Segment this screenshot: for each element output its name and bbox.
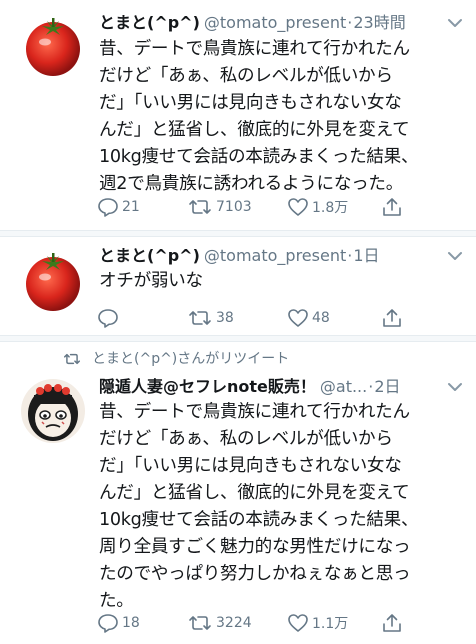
tweet-text: オチが弱いな bbox=[99, 271, 203, 291]
author-handle[interactable]: @tomato_present bbox=[204, 246, 346, 265]
timestamp[interactable]: 23時間 bbox=[353, 13, 405, 32]
share-button[interactable] bbox=[381, 303, 403, 333]
share-button[interactable] bbox=[381, 192, 403, 222]
like-button[interactable]: 48 bbox=[287, 303, 330, 333]
speech-bubble-icon bbox=[98, 198, 118, 217]
author-name[interactable]: とまと(^p^) bbox=[99, 246, 200, 265]
retweet-arrows-icon bbox=[189, 311, 211, 325]
tweet-1[interactable]: とまと(^p^) @tomato_present·23時間 昔、デートで鳥貴族に連… bbox=[0, 0, 476, 230]
retweet-context[interactable]: とまと(^p^)さんがリツイート bbox=[62, 348, 289, 370]
like-count: 48 bbox=[312, 310, 330, 326]
reply-count: 18 bbox=[122, 615, 140, 631]
author-handle[interactable]: @at... bbox=[320, 377, 367, 396]
timestamp[interactable]: 1日 bbox=[353, 246, 379, 265]
share-upload-icon bbox=[383, 309, 401, 327]
tweet-2[interactable]: とまと(^p^) @tomato_present·1日 オチが弱いな 38 48 bbox=[0, 237, 476, 335]
heart-icon bbox=[288, 309, 308, 327]
retweet-arrows-icon bbox=[189, 200, 211, 214]
chevron-down-icon[interactable] bbox=[444, 376, 466, 398]
separator-dot: · bbox=[368, 377, 374, 396]
tweet-separator bbox=[0, 335, 476, 342]
cartoon-girl-avatar[interactable] bbox=[20, 378, 86, 444]
like-count: 1.1万 bbox=[312, 616, 349, 632]
like-button[interactable]: 1.8万 bbox=[287, 192, 348, 222]
reply-count: 21 bbox=[122, 199, 140, 215]
tomato-avatar[interactable] bbox=[20, 12, 86, 78]
speech-bubble-icon bbox=[98, 309, 118, 328]
retweet-button[interactable]: 38 bbox=[187, 303, 234, 333]
retweet-button[interactable]: 3224 bbox=[187, 608, 252, 638]
share-upload-icon bbox=[383, 614, 401, 632]
retweet-count: 3224 bbox=[216, 615, 252, 631]
share-button[interactable] bbox=[381, 608, 403, 638]
share-upload-icon bbox=[383, 198, 401, 216]
chevron-down-icon[interactable] bbox=[444, 12, 466, 34]
tweet-text: 昔、デートで鳥貴族に連れて行かれたん だけど「あぁ、私のレベルが低いから だ」「… bbox=[99, 402, 419, 611]
separator-dot: · bbox=[347, 13, 353, 32]
chevron-down-icon[interactable] bbox=[444, 245, 466, 267]
tweet-text: 昔、デートで鳥貴族に連れて行かれたん だけど「あぁ、私のレベルが低いから だ」「… bbox=[99, 39, 419, 194]
reply-button[interactable] bbox=[97, 303, 122, 333]
speech-bubble-icon bbox=[98, 614, 118, 633]
retweet-note: とまと(^p^)さんがリツイート bbox=[92, 351, 290, 367]
separator-dot: · bbox=[347, 246, 353, 265]
tweet-3[interactable]: とまと(^p^)さんがリツイート 隠遁人妻@セフレnote販売！ @at...·2… bbox=[0, 342, 476, 644]
heart-icon bbox=[288, 614, 308, 632]
tomato-avatar[interactable] bbox=[20, 247, 86, 313]
like-count: 1.8万 bbox=[312, 200, 349, 216]
author-name[interactable]: 隠遁人妻@セフレnote販売！ bbox=[99, 377, 316, 396]
author-handle[interactable]: @tomato_present bbox=[204, 13, 346, 32]
retweet-count: 7103 bbox=[216, 199, 252, 215]
retweet-arrows-icon bbox=[189, 616, 211, 630]
author-name[interactable]: とまと(^p^) bbox=[99, 13, 200, 32]
heart-icon bbox=[288, 198, 308, 216]
timestamp[interactable]: 2日 bbox=[374, 377, 400, 396]
reply-button[interactable]: 21 bbox=[97, 192, 140, 222]
retweet-arrows-icon bbox=[64, 353, 81, 365]
reply-button[interactable]: 18 bbox=[97, 608, 140, 638]
tweet-separator bbox=[0, 230, 476, 237]
retweet-count: 38 bbox=[216, 310, 234, 326]
retweet-button[interactable]: 7103 bbox=[187, 192, 252, 222]
like-button[interactable]: 1.1万 bbox=[287, 608, 348, 638]
